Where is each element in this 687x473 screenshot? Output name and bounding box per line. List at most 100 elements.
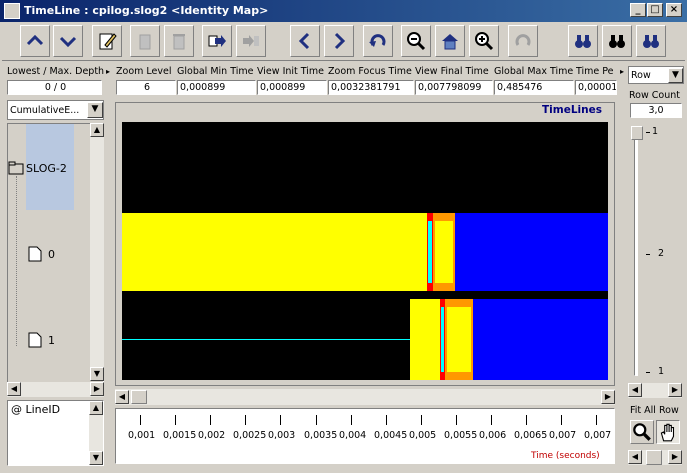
redo-button[interactable] bbox=[508, 25, 538, 57]
search-back-button[interactable] bbox=[568, 25, 598, 57]
scroll-left-icon[interactable]: ◀ bbox=[628, 450, 642, 464]
scroll-thumb[interactable] bbox=[131, 390, 147, 404]
scroll-up-icon[interactable]: ▲ bbox=[90, 123, 104, 137]
edit-button[interactable] bbox=[92, 25, 122, 57]
close-button[interactable]: × bbox=[666, 3, 682, 17]
timelines-title: TimeLines bbox=[540, 104, 604, 116]
ruler-tick-label: 0,007 bbox=[549, 430, 577, 441]
lineid-vscroll[interactable]: ▲ ▼ bbox=[89, 401, 103, 465]
state-bar-yellow-inner[interactable] bbox=[447, 307, 471, 372]
home-button[interactable] bbox=[435, 25, 465, 57]
down-button[interactable] bbox=[53, 25, 83, 57]
import-button[interactable] bbox=[236, 25, 266, 57]
window-title: TimeLine : cpilog.slog2 <Identity Map> bbox=[24, 4, 269, 17]
scroll-down-icon[interactable]: ▼ bbox=[90, 367, 104, 381]
scroll-right-icon[interactable]: ▶ bbox=[668, 450, 682, 464]
tool-hscroll[interactable]: ◀ ▶ bbox=[628, 450, 682, 465]
ruler-tick-label: 0,007 bbox=[584, 430, 612, 441]
state-bar-yellow-inner[interactable] bbox=[435, 221, 453, 283]
ruler-tick-label: 0,0035 bbox=[304, 430, 338, 441]
scroll-right-icon[interactable]: ▶ bbox=[668, 383, 682, 397]
maximize-button[interactable]: □ bbox=[647, 3, 663, 17]
scroll-up-icon[interactable]: ▲ bbox=[89, 401, 103, 415]
scroll-left-icon[interactable]: ◀ bbox=[7, 382, 21, 396]
arrow-line[interactable] bbox=[122, 339, 410, 340]
row-hscroll[interactable]: ◀ ▶ bbox=[628, 383, 682, 398]
depth-value: 0 / 0 bbox=[7, 80, 102, 95]
delete-button[interactable] bbox=[164, 25, 194, 57]
state-bar-cyan[interactable] bbox=[428, 221, 432, 283]
ruler-tick-label: 0,001 bbox=[128, 430, 156, 441]
home-icon bbox=[442, 34, 458, 50]
timeline-hscroll[interactable]: ◀ ▶ bbox=[115, 389, 615, 405]
scroll-left-icon[interactable]: ◀ bbox=[628, 383, 642, 397]
chevron-left-icon bbox=[298, 32, 310, 50]
time-axis-label: Time (seconds) bbox=[531, 451, 600, 461]
timeline-canvas[interactable] bbox=[122, 122, 608, 380]
slider-label-bottom: 1 bbox=[658, 366, 665, 377]
clipboard-icon bbox=[139, 34, 151, 50]
state-bar-blue[interactable] bbox=[455, 213, 608, 291]
up-button[interactable] bbox=[20, 25, 50, 57]
view-init-label: View Init Time bbox=[257, 66, 325, 77]
ruler-tick-label: 0,005 bbox=[409, 430, 437, 441]
slider-label-mid: 2 bbox=[658, 248, 665, 259]
ruler-tick bbox=[596, 415, 597, 425]
binoculars-icon bbox=[643, 35, 659, 48]
zoom-in-icon bbox=[475, 32, 494, 51]
toolbar bbox=[2, 23, 685, 61]
minimize-button[interactable]: _ bbox=[630, 3, 646, 17]
scroll-right-button[interactable] bbox=[324, 25, 354, 57]
ruler-tick-label: 0,003 bbox=[268, 430, 296, 441]
title-bar: TimeLine : cpilog.slog2 <Identity Map> _… bbox=[0, 0, 687, 22]
scroll-left-icon[interactable]: ◀ bbox=[115, 390, 129, 404]
tree-hscroll[interactable]: ◀ ▶ bbox=[7, 382, 104, 397]
state-bar-yellow[interactable] bbox=[410, 299, 442, 380]
undo-button[interactable] bbox=[363, 25, 393, 57]
export-button[interactable] bbox=[202, 25, 232, 57]
scroll-thumb[interactable] bbox=[646, 450, 662, 465]
search-forward-button[interactable] bbox=[636, 25, 666, 57]
global-min-value: 0,000899 bbox=[177, 80, 256, 95]
folder-icon bbox=[8, 161, 24, 175]
zoom-out-button[interactable] bbox=[401, 25, 431, 57]
slider-tick bbox=[646, 254, 650, 255]
tree-item-0[interactable]: 0 bbox=[48, 248, 55, 261]
tree-item-1[interactable]: 1 bbox=[48, 334, 55, 347]
ruler-tick-label: 0,0065 bbox=[514, 430, 548, 441]
scroll-down-icon[interactable]: ▼ bbox=[89, 451, 103, 465]
state-bar-blue[interactable] bbox=[473, 299, 608, 380]
scroll-left-button[interactable] bbox=[290, 25, 320, 57]
ruler-tick bbox=[140, 415, 141, 425]
ruler-tick bbox=[175, 415, 176, 425]
tree-root-label[interactable]: SLOG-2 bbox=[26, 162, 67, 175]
row-count-field[interactable]: 3,0 bbox=[630, 103, 682, 118]
scroll-right-icon[interactable]: ▶ bbox=[90, 382, 104, 396]
hand-tool-button[interactable] bbox=[656, 420, 680, 444]
chevron-up-icon bbox=[26, 34, 44, 46]
redo-icon bbox=[515, 34, 531, 46]
legend-combo[interactable]: CumulativeE... ▼ bbox=[7, 100, 104, 120]
right-divider-arrow[interactable]: ▸ bbox=[618, 66, 626, 96]
left-divider-arrow[interactable]: ▸ bbox=[104, 66, 112, 96]
row-slider[interactable]: 1 2 1 bbox=[628, 122, 682, 382]
import-icon bbox=[243, 35, 259, 47]
ruler-tick bbox=[351, 415, 352, 425]
chevron-down-icon bbox=[59, 36, 77, 48]
scroll-right-icon[interactable]: ▶ bbox=[601, 390, 615, 404]
state-bar-cyan[interactable] bbox=[441, 307, 444, 372]
paste-button[interactable] bbox=[130, 25, 160, 57]
zoom-tool-button[interactable] bbox=[630, 420, 654, 444]
view-final-value: 0,007798099 bbox=[415, 80, 493, 95]
slider-thumb[interactable] bbox=[631, 126, 643, 140]
search-init-button[interactable] bbox=[602, 25, 632, 57]
ruler-tick-label: 0,0055 bbox=[444, 430, 478, 441]
row-combo[interactable]: Row ▼ bbox=[628, 66, 684, 84]
export-icon bbox=[208, 35, 226, 47]
global-max-value: 0,485476 bbox=[494, 80, 574, 95]
tree-vscroll[interactable]: ▲ ▼ bbox=[90, 123, 104, 381]
state-bar-yellow[interactable] bbox=[122, 213, 427, 291]
zoom-in-button[interactable] bbox=[469, 25, 499, 57]
pencil-icon bbox=[99, 33, 117, 50]
app-icon bbox=[4, 3, 20, 19]
